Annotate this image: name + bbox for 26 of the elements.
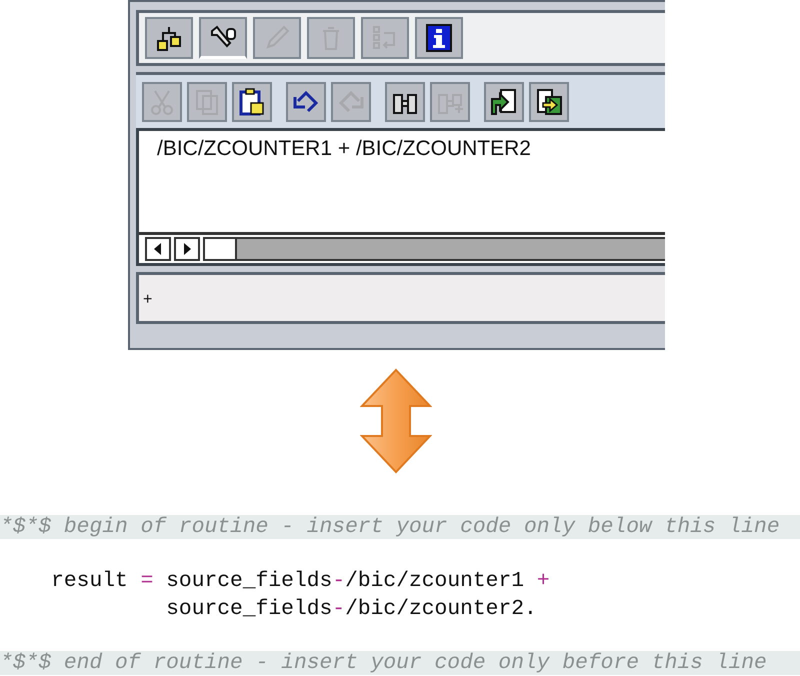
right-arrow-icon [183,243,191,255]
toolbar-button[interactable] [286,82,326,122]
scrollbar-thumb[interactable] [205,239,237,259]
code-line: result = source_fields-/bic/zcounter1 + [50,569,550,593]
toolbar-button[interactable] [529,82,569,122]
formula-field[interactable]: /BIC/ZCOUNTER1 + /BIC/ZCOUNTER2 [136,128,665,266]
scroll-right-button[interactable] [174,237,200,261]
scroll-left-button[interactable] [145,237,171,261]
paste-icon [237,86,267,116]
formula-text: /BIC/ZCOUNTER1 + /BIC/ZCOUNTER2 [156,136,532,161]
left-arrow-icon [154,243,162,255]
toolbar-button[interactable] [385,82,425,122]
code-comment: *$*$ begin of routine - insert your code only below this line [0,515,780,539]
document-arrow-icon [534,86,564,116]
toolbar-button[interactable] [484,82,524,122]
toolbar-button[interactable] [415,17,463,59]
toolbar-button[interactable] [199,17,247,59]
code-line: source_fields-/bic/zcounter2. [165,597,537,621]
status-text: + [143,291,152,309]
scrollbar-track[interactable] [203,237,665,261]
double-arrow-icon [360,368,432,474]
info-icon [424,23,454,53]
document-arrow-icon [489,86,519,116]
toolbar-button[interactable] [232,82,272,122]
toolbar-button[interactable] [145,17,193,59]
code-comment: *$*$ end of routine - insert your code only before this line [0,651,767,675]
